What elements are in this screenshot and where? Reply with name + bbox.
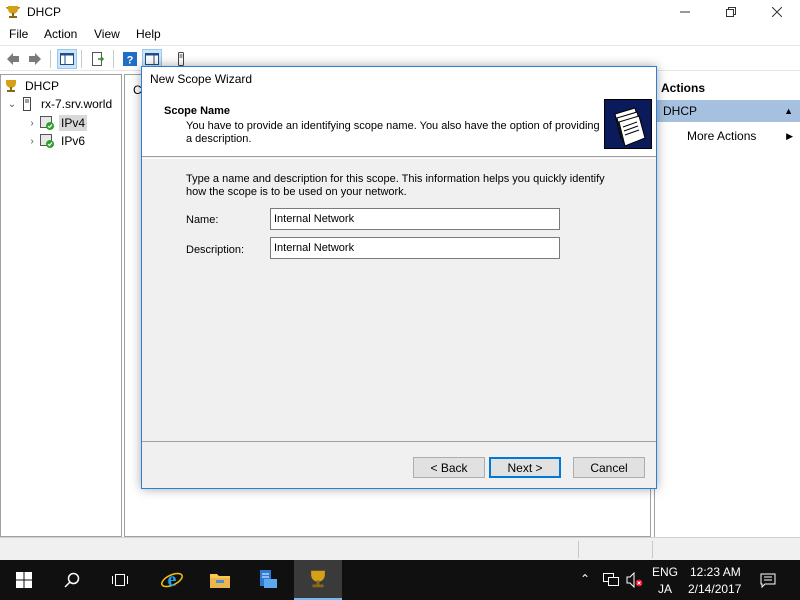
actions-pane: Actions DHCP ▲ More Actions ▶ [654,74,800,537]
language-indicator[interactable]: ENG [652,565,678,579]
menu-file[interactable]: File [9,27,28,41]
window-title-bar: DHCP [0,0,800,24]
dhcp-trophy-icon [6,6,20,18]
next-button[interactable]: Next > [489,457,561,478]
file-explorer-button[interactable] [196,560,244,600]
console-tree-pane: DHCP ⌄ rx-7.srv.world › IPv4 › IPv6 [0,74,122,537]
minimize-button[interactable] [662,0,708,24]
window-title: DHCP [27,5,62,19]
server-manager-button[interactable] [244,560,292,600]
network-icon[interactable] [603,573,619,587]
back-arrow-icon [7,53,19,65]
menu-help[interactable]: Help [136,27,161,41]
dhcp-trophy-icon [311,570,325,588]
export-list-icon [92,52,105,66]
show-hide-console-tree-button[interactable] [57,49,77,69]
search-button[interactable] [48,560,96,600]
dhcp-taskbar-button[interactable] [294,560,342,600]
scope-description-input[interactable] [270,237,560,259]
menu-action[interactable]: Action [44,27,77,41]
name-label: Name: [186,214,219,226]
more-actions-label: More Actions [687,129,757,143]
status-divider [652,541,653,558]
toolbar-separator [113,50,114,68]
forward-arrow-icon [29,53,41,65]
actions-section-dhcp[interactable]: DHCP ▲ [655,100,800,122]
show-hidden-icons-chevron-up-icon[interactable]: ⌃ [580,572,590,586]
toolbar-separator [81,50,82,68]
tree-label-server: rx-7.srv.world [41,97,113,111]
action-pane-icon [145,53,159,65]
dhcp-trophy-icon [6,80,16,92]
export-list-button[interactable] [88,49,108,69]
status-bar [0,537,800,560]
chevron-right-icon[interactable]: › [25,118,39,129]
server-icon [23,97,31,111]
file-explorer-icon [210,574,230,588]
wizard-heading: Scope Name [164,105,231,117]
tree-label-ipv4: IPv4 [59,115,88,131]
actions-section-label: DHCP [663,104,698,118]
task-view-button[interactable] [96,560,144,600]
windows-start-icon [16,572,32,588]
scope-name-input[interactable] [270,208,560,230]
restore-icon [726,7,736,17]
submenu-arrow-icon: ▶ [786,131,793,141]
wizard-subheading: You have to provide an identifying scope… [186,120,600,145]
clock-time[interactable]: 12:23 AM [690,565,741,579]
tree-label-dhcp: DHCP [25,79,60,93]
wizard-footer-divider [142,441,656,442]
action-center-icon[interactable] [760,572,776,588]
internet-explorer-icon: e [161,569,183,591]
wizard-title: New Scope Wizard [142,67,656,91]
wizard-divider [142,158,656,159]
collapse-up-icon[interactable]: ▲ [784,100,793,122]
forward-button[interactable] [25,49,45,69]
help-icon: ? [123,52,137,67]
search-icon [64,572,80,588]
help-button[interactable]: ? [120,49,140,69]
server-manager-icon [260,570,277,588]
cancel-button[interactable]: Cancel [573,457,645,478]
more-actions-item[interactable]: More Actions ▶ [655,126,800,146]
task-view-icon [112,574,128,586]
svg-text:e: e [168,569,177,591]
restore-button[interactable] [708,0,754,24]
menu-view[interactable]: View [94,27,120,41]
wizard-folders-icon [604,99,652,149]
actions-header: Actions [661,81,706,95]
tree-label-ipv6: IPv6 [61,134,86,148]
tree-item-ipv6[interactable]: › IPv6 [25,132,87,150]
back-button[interactable] [3,49,23,69]
close-icon [772,7,782,17]
back-button[interactable]: < Back [413,457,485,478]
wizard-header: Scope Name You have to provide an identi… [142,91,656,157]
ipv6-scope-icon [40,134,54,148]
start-button[interactable] [0,560,48,600]
close-button[interactable] [754,0,800,24]
speaker-muted-icon[interactable] [626,572,644,588]
minimize-icon [680,11,690,13]
internet-explorer-button[interactable]: e [148,560,196,600]
new-scope-wizard-dialog: New Scope Wizard Scope Name You have to … [141,66,657,489]
server-icon [178,52,184,66]
status-divider [578,541,579,558]
tree-item-dhcp[interactable]: DHCP [3,77,61,95]
show-hide-console-tree-icon [60,53,74,65]
toolbar-separator [50,50,51,68]
wizard-intro-text: Type a name and description for this sco… [186,173,605,198]
chevron-right-icon[interactable]: › [25,136,39,147]
taskbar: e ⌃ ENG JA 12:23 AM 2/14/2017 [0,560,800,600]
description-label: Description: [186,244,245,256]
menu-bar: File Action View Help [0,24,800,44]
chevron-down-icon[interactable]: ⌄ [5,99,19,110]
ipv4-scope-icon [40,116,54,130]
tree-item-server[interactable]: ⌄ rx-7.srv.world [5,95,114,113]
clock-date[interactable]: 2/14/2017 [688,582,741,596]
input-method-indicator[interactable]: JA [658,582,672,596]
tree-item-ipv4[interactable]: › IPv4 [25,114,88,132]
svg-text:?: ? [127,55,134,67]
